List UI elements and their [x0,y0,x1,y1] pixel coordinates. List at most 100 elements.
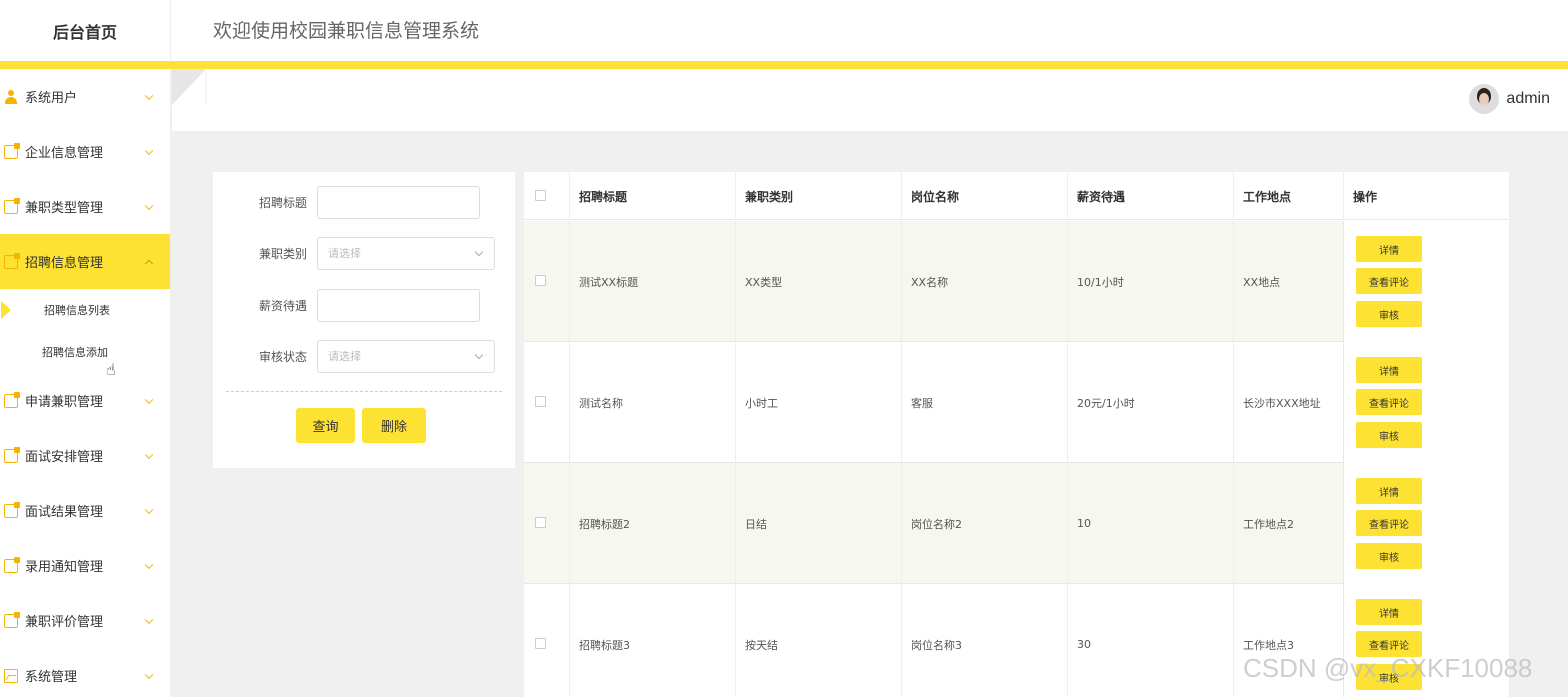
table-header: 招聘标题 兼职类别 岗位名称 薪资待遇 工作地点 操作 [524,172,1509,220]
avatar [1469,84,1500,114]
app-root: 后台首页 欢迎使用校园兼职信息管理系统 系统用户 企业信息管理 兼职类型管理 招… [0,0,1568,697]
current-indicator-icon [1,301,11,319]
select-all-checkbox[interactable] [535,190,546,201]
audit-button[interactable]: 审核 [1356,301,1422,327]
folder-icon [4,252,20,269]
chevron-down-icon [474,350,484,359]
cell-salary: 10/1小时 [1067,221,1233,342]
column-header: 工作地点 [1233,172,1343,220]
status-label: 审核状态 [258,349,307,364]
view-comments-button[interactable]: 查看评论 [1356,389,1422,415]
form-row-type: 兼职类别 请选择 [213,236,515,270]
cell-position: 岗位名称3 [901,584,1067,697]
sidebar-item-system-users[interactable]: 系统用户 [0,69,170,124]
table-row: 招聘标题2 日结 岗位名称2 10 工作地点2 详情 查看评论 审核 [524,463,1509,584]
type-label: 兼职类别 [258,246,307,261]
sidebar-item-reviews[interactable]: 兼职评价管理 [0,593,170,648]
submenu-item-recruitment-list[interactable]: 招聘信息列表 [0,289,170,331]
sidebar-item-applications[interactable]: 申请兼职管理 [0,373,170,428]
title-input[interactable] [317,185,480,219]
salary-input[interactable] [317,288,480,322]
sidebar-item-interview-schedule[interactable]: 面试安排管理 [0,428,170,483]
row-checkbox[interactable] [535,396,546,407]
sidebar-item-label: 系统用户 [25,91,78,106]
column-header: 招聘标题 [569,172,735,220]
sidebar-item-label: 招聘信息管理 [25,256,104,271]
row-checkbox[interactable] [535,275,546,286]
chevron-down-icon [144,615,154,624]
cell-title: 招聘标题3 [569,584,735,697]
chevron-down-icon [144,560,154,569]
chevron-down-icon [474,247,484,256]
form-row-salary: 薪资待遇 [213,288,515,322]
sidebar-item-company[interactable]: 企业信息管理 [0,124,170,179]
sidebar-item-recruitment[interactable]: 招聘信息管理 [0,234,170,289]
table-row: 测试XX标题 XX类型 XX名称 10/1小时 XX地点 详情 查看评论 审核 [524,221,1509,342]
folder-icon [4,446,20,463]
sidebar-item-label: 录用通知管理 [25,560,104,575]
audit-button[interactable]: 审核 [1356,422,1422,448]
recruitment-submenu: 招聘信息列表 招聘信息添加 [0,289,170,373]
top-header: 后台首页 欢迎使用校园兼职信息管理系统 [0,0,1568,61]
row-checkbox[interactable] [535,517,546,528]
chevron-down-icon [144,146,154,155]
welcome-title: 欢迎使用校园兼职信息管理系统 [213,20,480,42]
query-button[interactable]: 查询 [296,408,355,443]
type-select[interactable]: 请选择 [317,236,495,270]
detail-button[interactable]: 详情 [1356,236,1422,262]
detail-button[interactable]: 详情 [1356,599,1422,625]
cell-position: 岗位名称2 [901,463,1067,584]
audit-button[interactable]: 审核 [1356,543,1422,569]
chevron-down-icon [144,91,154,100]
sidebar-item-system-admin[interactable]: 系统管理 [0,648,170,697]
cell-salary: 20元/1小时 [1067,342,1233,463]
sidebar-item-label: 申请兼职管理 [25,395,104,410]
type-select-placeholder: 请选择 [328,247,361,260]
sidebar-item-label: 系统管理 [25,670,78,685]
row-checkbox[interactable] [535,638,546,649]
folder-icon [4,142,20,159]
cell-type: 按天结 [735,584,901,697]
chevron-down-icon [144,505,154,514]
sidebar-item-label: 兼职评价管理 [25,615,104,630]
column-header: 岗位名称 [901,172,1067,220]
submenu-item-label: 招聘信息添加 [42,346,108,359]
view-comments-button[interactable]: 查看评论 [1356,510,1422,536]
view-comments-button[interactable]: 查看评论 [1356,268,1422,294]
folder-icon [4,556,20,573]
search-panel: 招聘标题 兼职类别 请选择 薪资待遇 审核状态 请选择 查询 删除 [213,172,515,468]
chevron-down-icon [144,670,154,679]
detail-button[interactable]: 详情 [1356,478,1422,504]
cell-type: 小时工 [735,342,901,463]
chevron-down-icon [144,395,154,404]
folder-icon [4,197,20,214]
home-link[interactable]: 后台首页 [0,0,171,61]
cell-type: XX类型 [735,221,901,342]
cell-position: 客服 [901,342,1067,463]
detail-button[interactable]: 详情 [1356,357,1422,383]
sidebar-item-label: 面试结果管理 [25,505,104,520]
row-actions: 详情 查看评论 审核 [1343,463,1509,584]
sidebar-item-interview-results[interactable]: 面试结果管理 [0,483,170,538]
user-menu[interactable]: admin [1469,84,1550,114]
cell-title: 招聘标题2 [569,463,735,584]
status-select-placeholder: 请选择 [328,350,361,363]
sidebar-item-job-types[interactable]: 兼职类型管理 [0,179,170,234]
column-header: 兼职类别 [735,172,901,220]
submenu-item-label: 招聘信息列表 [44,304,110,317]
form-row-title: 招聘标题 [213,185,515,219]
cell-title: 测试XX标题 [569,221,735,342]
row-actions: 详情 查看评论 审核 [1343,221,1509,342]
table-row: 测试名称 小时工 客服 20元/1小时 长沙市XXX地址 详情 查看评论 审核 [524,342,1509,463]
salary-label: 薪资待遇 [258,298,307,313]
chevron-down-icon [144,450,154,459]
cell-position: XX名称 [901,221,1067,342]
row-actions: 详情 查看评论 审核 [1343,342,1509,463]
username: admin [1506,90,1550,107]
sidebar-item-offers[interactable]: 录用通知管理 [0,538,170,593]
delete-button[interactable]: 删除 [362,408,426,443]
submenu-item-recruitment-add[interactable]: 招聘信息添加 [0,331,170,373]
status-select[interactable]: 请选择 [317,339,495,373]
form-row-status: 审核状态 请选择 [213,339,515,373]
image-icon [4,668,18,683]
